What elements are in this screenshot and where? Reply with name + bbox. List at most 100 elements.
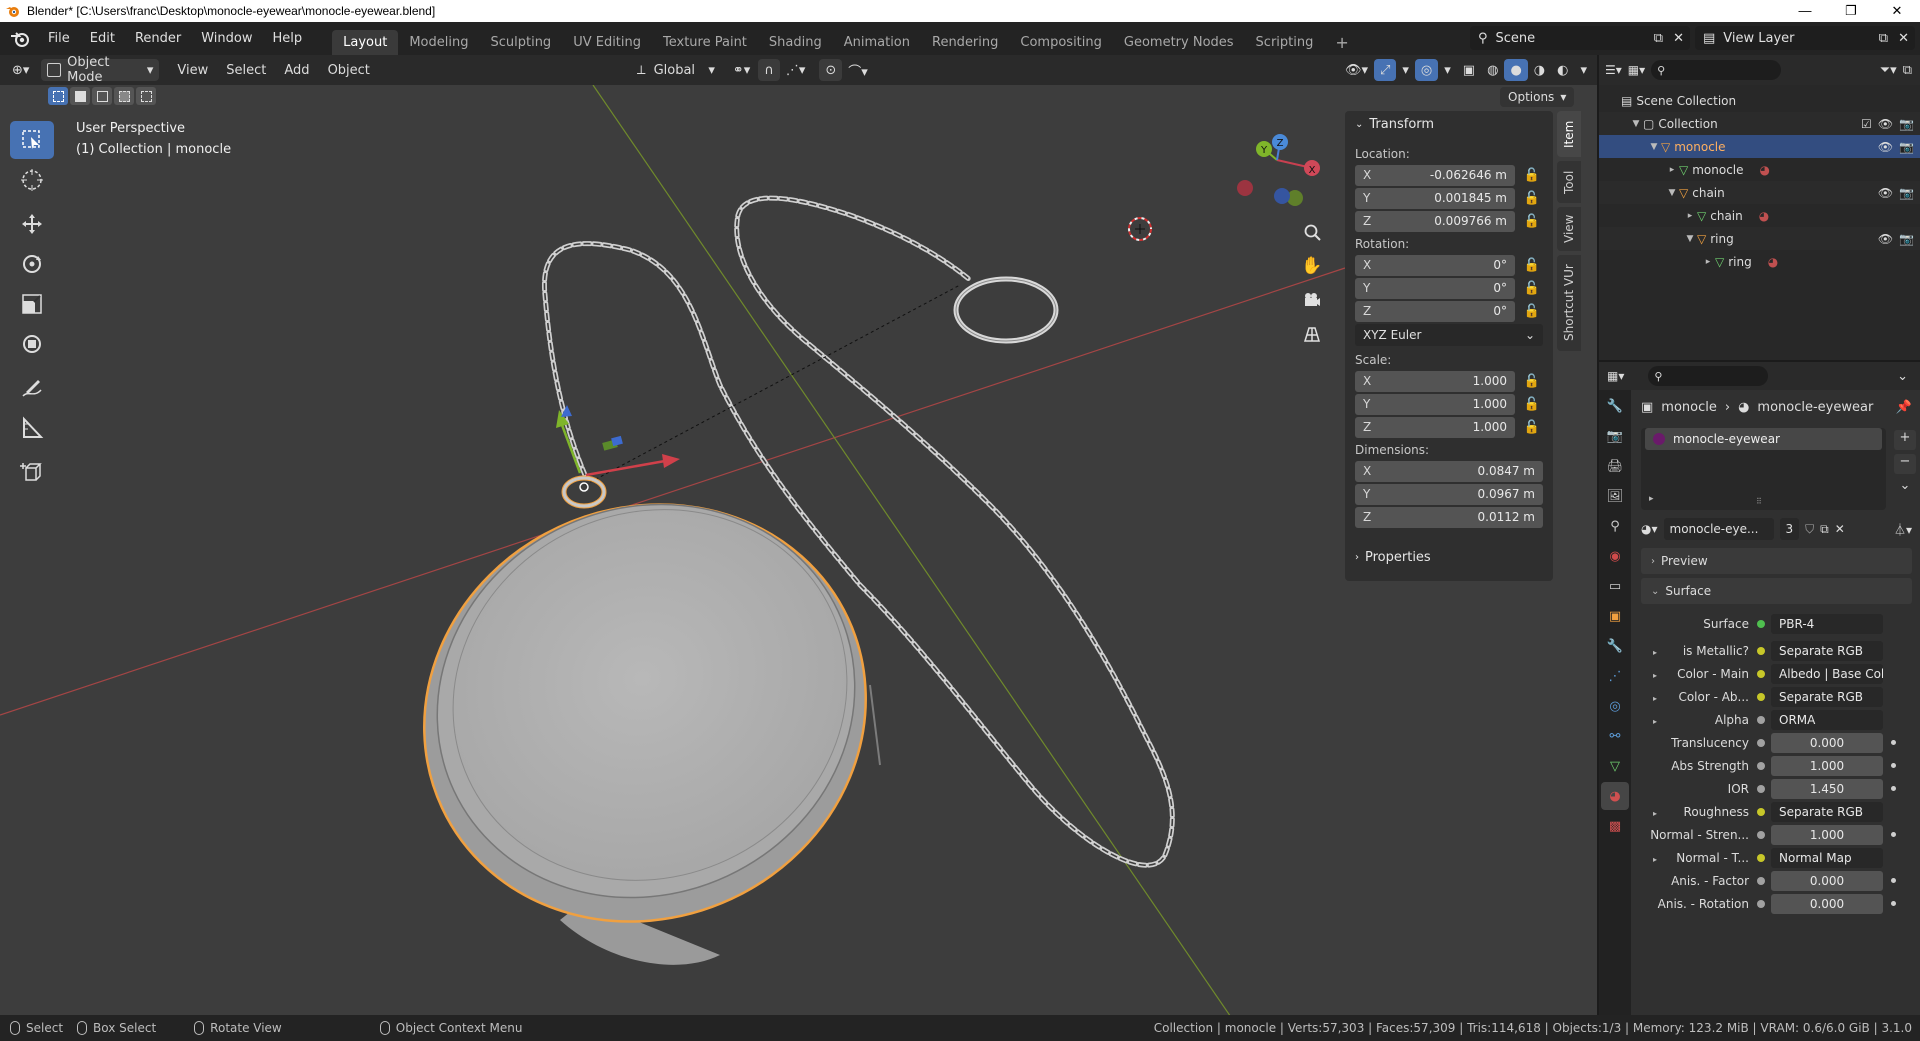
outliner-row-ring-mesh[interactable]: ▸ ▽ ring ◕ [1599,250,1920,273]
lock-icon[interactable]: 🔓 [1521,168,1543,183]
prop-row-anis-rotation[interactable]: Anis. - Rotation 0.000 [1637,892,1916,915]
texture-tab-icon[interactable]: ▩ [1601,812,1629,840]
expand-triangle-icon[interactable]: ▼ [1647,142,1661,152]
resize-handle-icon[interactable]: ⠿ [1756,497,1762,506]
keyframe-dot-icon[interactable] [1891,878,1896,883]
pan-view-button[interactable]: ✋ [1297,251,1327,281]
lock-icon[interactable]: 🔓 [1521,374,1543,389]
outliner-row-collection[interactable]: ▼ ▢ Collection ☑ 👁 📷 [1599,112,1920,135]
menu-help[interactable]: Help [263,22,313,55]
lock-icon[interactable]: 🔓 [1521,281,1543,296]
properties-panel-header[interactable]: › Properties [1345,544,1553,571]
eye-icon[interactable]: 👁 [1878,186,1893,200]
material-browse-icon[interactable]: ◕▾ [1641,522,1658,536]
rendered-shading-button[interactable]: ◐ [1551,59,1574,81]
eye-icon[interactable]: 👁 [1878,232,1893,246]
overlay-toggle[interactable]: ◎ [1414,59,1439,81]
dimensions-y-field[interactable]: Y 0.0967 m [1355,483,1543,505]
scale-x-field[interactable]: X 1.000 [1355,370,1515,392]
modifier-tab-icon[interactable]: 🔧 [1601,632,1629,660]
keyframe-dot-icon[interactable] [1891,901,1896,906]
prop-row-color-main[interactable]: ▸ Color - Main Albedo | Base Color [1637,662,1916,685]
expand-triangle-icon[interactable]: ▼ [1629,119,1643,129]
gizmo-y-label[interactable]: Y [1260,145,1268,156]
outliner-row-monocle-mesh[interactable]: ▸ ▽ monocle ◕ [1599,158,1920,181]
properties-search-input[interactable]: ⚲ [1648,366,1769,386]
rotation-x-field[interactable]: X 0° [1355,254,1515,276]
prop-value[interactable]: 0.000 [1771,870,1883,891]
tab-scripting[interactable]: Scripting [1245,30,1325,55]
prop-value[interactable]: 0.000 [1771,893,1883,914]
expand-triangle-icon[interactable]: ▸ [1683,211,1697,221]
maximize-button[interactable]: ❐ [1828,0,1874,22]
expand-triangle-icon[interactable]: ▸ [1653,855,1657,864]
expand-triangle-icon[interactable]: ▸ [1653,717,1657,726]
menu-window[interactable]: Window [191,22,262,55]
dimensions-x-field[interactable]: X 0.0847 m [1355,460,1543,482]
zoom-view-button[interactable] [1297,217,1327,247]
filter-icon[interactable]: ⏷▾ [1880,63,1897,78]
chevron-down-icon[interactable]: ⌄ [1897,369,1908,384]
expand-triangle-icon[interactable]: ▸ [1653,694,1657,703]
surface-panel-header[interactable]: ⌄ Surface [1641,578,1912,604]
prop-row-alpha[interactable]: ▸ Alpha ORMA [1637,708,1916,731]
outliner-row-scene-collection[interactable]: ▤ Scene Collection [1599,89,1920,112]
pin-icon[interactable]: 📌 [1896,400,1912,415]
add-workspace-button[interactable]: + [1324,30,1359,55]
prop-value[interactable]: PBR-4 [1771,613,1883,634]
prop-value[interactable]: Separate RGB [1771,801,1883,822]
wireframe-shading-button[interactable]: ◍ [1481,59,1504,81]
falloff-button[interactable]: ⌒▾ [842,59,874,81]
measure-tool[interactable] [10,409,54,447]
prop-value[interactable]: 1.000 [1771,824,1883,845]
cursor-tool[interactable] [10,161,54,199]
node-link-icon[interactable]: ⏃▾ [1894,521,1912,538]
xray-toggle[interactable]: ▣ [1457,59,1481,81]
prop-value[interactable]: Normal Map [1771,847,1883,868]
rotation-mode-dropdown[interactable]: XYZ Euler ⌄ [1355,324,1543,346]
lock-icon[interactable]: 🔓 [1521,191,1543,206]
editor-type-icon[interactable]: ▦▾ [1607,369,1624,383]
prop-row-translucency[interactable]: Translucency 0.000 [1637,731,1916,754]
tab-item[interactable]: Item [1557,111,1581,157]
options-dropdown[interactable]: Options ▾ [1500,87,1575,107]
prop-value[interactable]: 0.000 [1771,732,1883,753]
proportional-edit-toggle[interactable]: ⊙ [819,59,843,81]
solid-shading-button[interactable]: ● [1504,59,1528,81]
pivot-point-button[interactable]: ⚭▾ [727,59,756,81]
lock-icon[interactable]: 🔓 [1521,397,1543,412]
unlink-material-icon[interactable]: ✕ [1835,522,1845,536]
expand-triangle-icon[interactable]: ▸ [1653,671,1657,680]
rotate-tool[interactable] [10,245,54,283]
gizmo-toggle[interactable]: ⤢ [1373,59,1397,81]
tab-sculpting[interactable]: Sculpting [479,30,562,55]
menu-add[interactable]: Add [278,59,315,81]
overlay-options[interactable]: ▾ [1438,59,1457,81]
tab-uv-editing[interactable]: UV Editing [562,30,652,55]
camera-icon[interactable]: 📷 [1899,140,1914,154]
prop-row-anis-factor[interactable]: Anis. - Factor 0.000 [1637,869,1916,892]
view-layer-tab-icon[interactable]: 🖼 [1601,482,1629,510]
keyframe-dot-icon[interactable] [1891,786,1896,791]
slot-specials-button[interactable]: ⌄ [1894,478,1916,498]
render-tab-icon[interactable]: 📷 [1601,422,1629,450]
gizmo-z-label[interactable]: Z [1277,138,1284,149]
outliner-row-ring-object[interactable]: ▼ ▽ ring 👁 📷 [1599,227,1920,250]
menu-render[interactable]: Render [125,22,191,55]
outliner-row-monocle-object[interactable]: ▼ ▽ monocle 👁 📷 [1599,135,1920,158]
camera-icon[interactable]: 📷 [1899,186,1914,200]
scale-y-field[interactable]: Y 1.000 [1355,393,1515,415]
outliner-row-chain-object[interactable]: ▼ ▽ chain 👁 📷 [1599,181,1920,204]
data-tab-icon[interactable]: ▽ [1601,752,1629,780]
prop-row-ior[interactable]: IOR 1.450 [1637,777,1916,800]
shading-options[interactable]: ▾ [1574,59,1593,81]
material-shading-button[interactable]: ◑ [1528,59,1551,81]
delete-scene-icon[interactable]: ✕ [1673,31,1684,46]
expand-triangle-icon[interactable]: ▸ [1649,494,1654,504]
expand-triangle-icon[interactable]: ▸ [1665,165,1679,175]
menu-select[interactable]: Select [220,59,272,81]
eye-icon[interactable]: 👁 [1878,117,1893,131]
checkbox-icon[interactable]: ☑ [1861,117,1872,131]
prop-value[interactable]: ORMA [1771,709,1883,730]
tab-view[interactable]: View [1557,207,1581,251]
